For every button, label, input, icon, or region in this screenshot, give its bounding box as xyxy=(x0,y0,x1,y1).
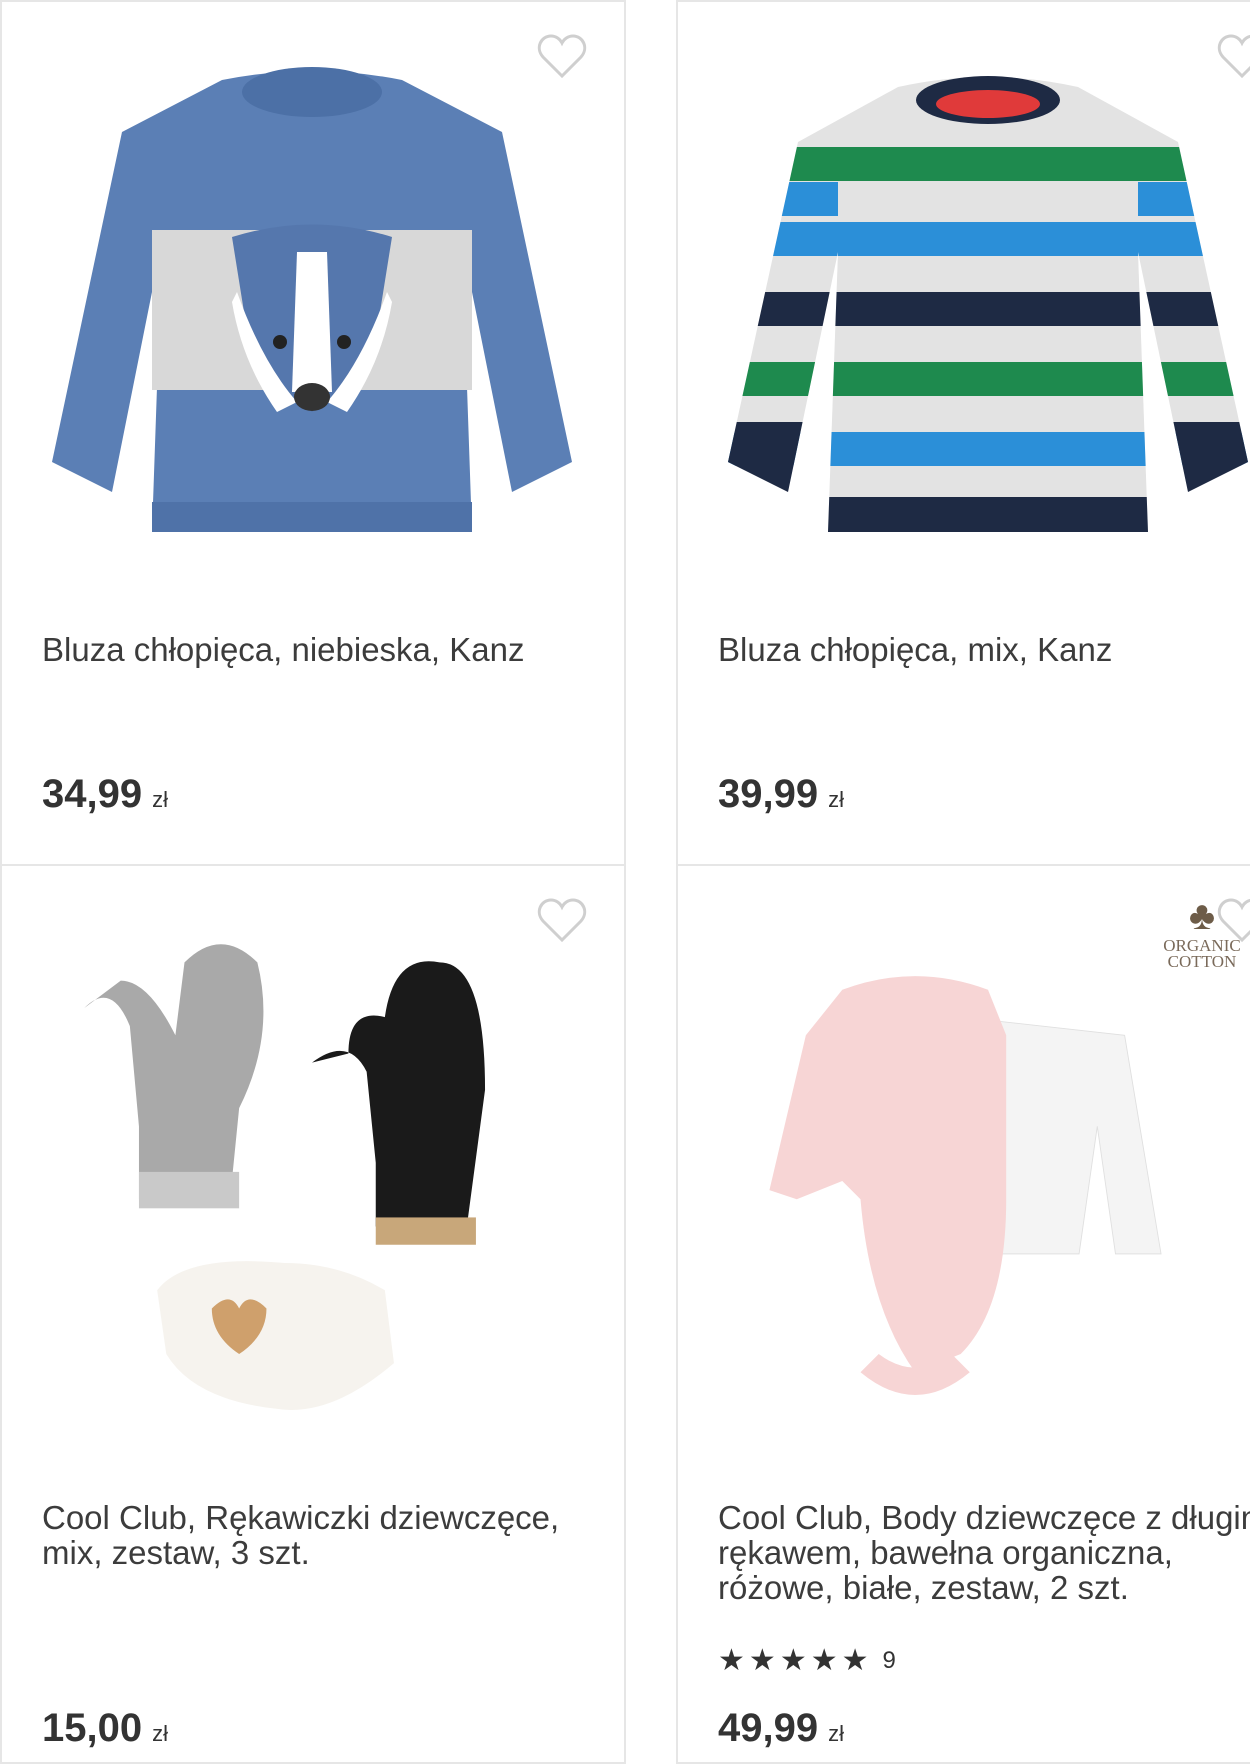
price-value: 39,99 xyxy=(718,772,819,816)
product-image[interactable] xyxy=(32,926,592,1436)
star-full-icon: ★ xyxy=(810,1644,838,1677)
star-full-icon: ★ xyxy=(718,1644,745,1677)
price-currency: zł xyxy=(152,787,168,812)
product-title[interactable]: Bluza chłopięca, mix, Kanz xyxy=(718,632,1250,667)
price-value: 15,00 xyxy=(42,1706,143,1750)
star-full-icon: ★ xyxy=(779,1644,807,1677)
product-card[interactable]: ♣ ORGANIC COTTON Cool Club, Body dziewcz… xyxy=(676,864,1250,1764)
star-full-icon: ★ xyxy=(748,1644,776,1677)
price-currency: zł xyxy=(828,1721,844,1746)
product-price: 49,99 zł xyxy=(718,1706,844,1751)
price-currency: zł xyxy=(828,787,844,812)
star-half-icon: ★ xyxy=(841,1644,869,1677)
product-image[interactable] xyxy=(708,926,1250,1436)
product-rating: ★ ★ ★ ★ ★ 9 xyxy=(718,1646,896,1676)
product-title[interactable]: Cool Club, Body dziewczęce z długim ręka… xyxy=(718,1500,1250,1605)
rating-count: 9 xyxy=(882,1647,896,1674)
product-price: 34,99 zł xyxy=(42,772,168,817)
product-price: 39,99 zł xyxy=(718,772,844,817)
product-card[interactable]: Bluza chłopięca, mix, Kanz 39,99 zł xyxy=(676,0,1250,866)
product-image[interactable] xyxy=(708,62,1250,572)
price-value: 34,99 xyxy=(42,772,143,816)
product-price: 15,00 zł xyxy=(42,1706,168,1751)
product-card[interactable]: Cool Club, Rękawiczki dziewczęce, mix, z… xyxy=(0,864,626,1764)
product-image[interactable] xyxy=(32,62,592,572)
product-title[interactable]: Cool Club, Rękawiczki dziewczęce, mix, z… xyxy=(42,1500,602,1570)
price-currency: zł xyxy=(152,1721,168,1746)
product-card[interactable]: Bluza chłopięca, niebieska, Kanz 34,99 zł xyxy=(0,0,626,866)
price-value: 49,99 xyxy=(718,1706,819,1750)
product-title[interactable]: Bluza chłopięca, niebieska, Kanz xyxy=(42,632,602,667)
